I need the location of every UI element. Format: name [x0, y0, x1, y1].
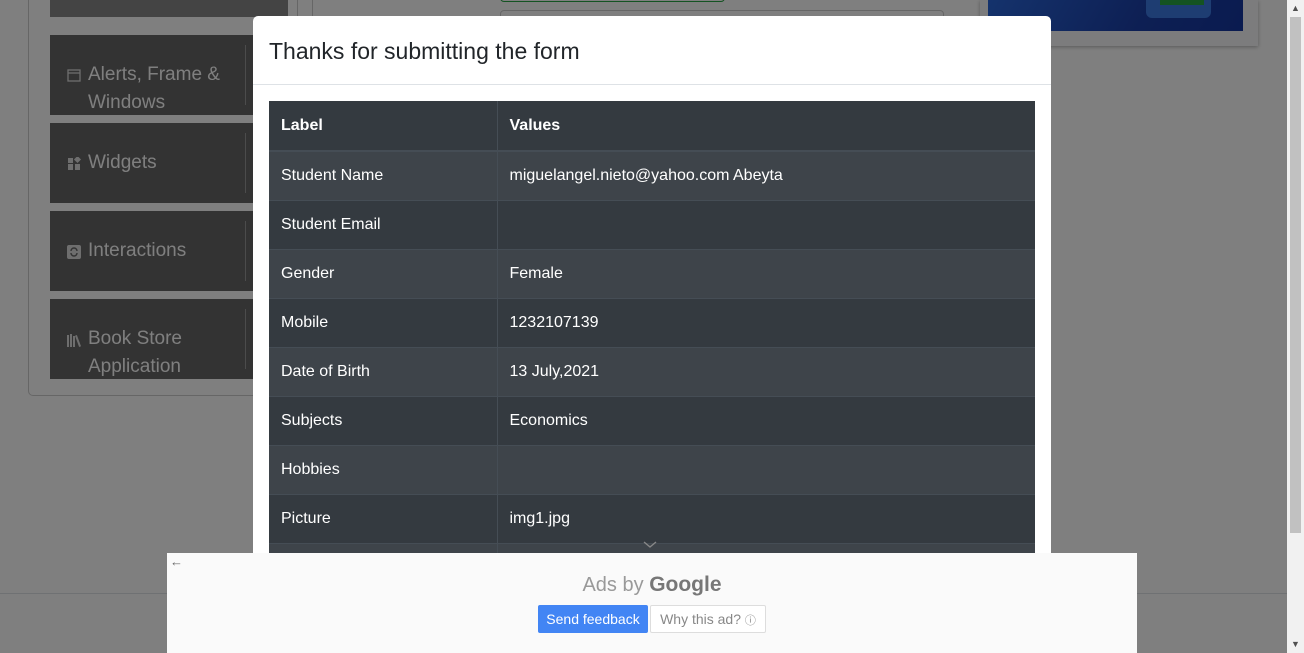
table-row: Gender Female	[269, 248, 1035, 298]
row-label: Mobile	[269, 297, 498, 347]
row-value: 1232107139	[497, 297, 1035, 347]
row-label: Student Name	[269, 150, 498, 200]
header-values: Values	[497, 101, 1035, 152]
ads-by-google: Ads by Google	[167, 573, 1137, 597]
table-row: Subjects Economics	[269, 395, 1035, 445]
row-label: Gender	[269, 248, 498, 298]
row-value: img1.jpg	[497, 493, 1035, 543]
scroll-up-arrow-icon[interactable]: ▲	[1287, 0, 1304, 17]
row-value	[497, 199, 1035, 249]
table-row: Date of Birth 13 July,2021	[269, 346, 1035, 396]
row-label: Student Email	[269, 199, 498, 249]
row-label: Picture	[269, 493, 498, 543]
row-value: Economics	[497, 395, 1035, 445]
scroll-down-arrow-icon[interactable]: ▼	[1287, 636, 1304, 653]
modal-title: Thanks for submitting the form	[269, 38, 580, 64]
chevron-down-icon[interactable]	[643, 538, 657, 552]
row-label: Date of Birth	[269, 346, 498, 396]
why-this-ad-button[interactable]: Why this ad? ⓘ	[650, 605, 766, 633]
results-table-wrap: Label Values Student Name miguelangel.ni…	[269, 101, 1035, 592]
ads-by-text: Ads by	[582, 574, 644, 596]
table-row: Mobile 1232107139	[269, 297, 1035, 347]
table-row: Hobbies	[269, 444, 1035, 494]
row-value: Female	[497, 248, 1035, 298]
back-arrow-icon[interactable]: ←	[170, 553, 183, 571]
table-row: Student Email	[269, 199, 1035, 249]
ad-frame: ← Ads by Google Send feedback Why this a…	[167, 553, 1137, 653]
results-table: Label Values Student Name miguelangel.ni…	[269, 101, 1035, 592]
page-scrollbar[interactable]: ▲ ▼	[1287, 0, 1304, 653]
row-label: Hobbies	[269, 444, 498, 494]
table-row: Picture img1.jpg	[269, 493, 1035, 543]
google-logo: Google	[649, 573, 722, 596]
table-header-row: Label Values	[269, 101, 1035, 152]
table-row: Student Name miguelangel.nieto@yahoo.com…	[269, 150, 1035, 200]
info-icon: ⓘ	[744, 615, 756, 627]
scroll-thumb[interactable]	[1290, 17, 1301, 533]
row-value: miguelangel.nieto@yahoo.com Abeyta	[497, 150, 1035, 200]
row-value: 13 July,2021	[497, 346, 1035, 396]
header-label: Label	[269, 101, 498, 152]
why-this-ad-label: Why this ad?	[660, 611, 742, 627]
row-label: Subjects	[269, 395, 498, 445]
send-feedback-button[interactable]: Send feedback	[538, 605, 648, 633]
row-value	[497, 444, 1035, 494]
modal-header: Thanks for submitting the form	[253, 16, 1051, 85]
